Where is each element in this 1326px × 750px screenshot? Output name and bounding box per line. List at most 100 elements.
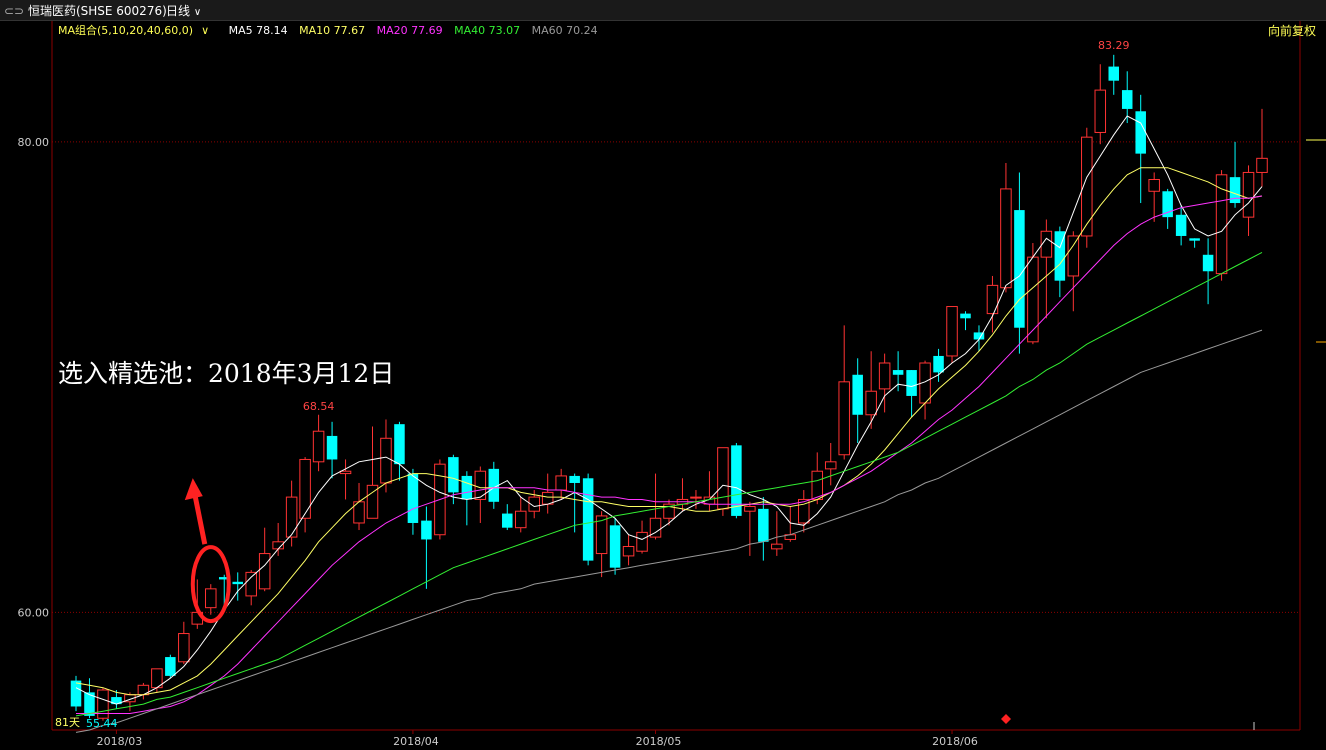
candle [272, 522, 284, 556]
candle [1067, 231, 1080, 312]
candle [1135, 94, 1146, 204]
candle-body [569, 475, 580, 483]
candle [852, 358, 863, 443]
candle-body [1135, 111, 1146, 154]
candle [865, 351, 877, 429]
candle [151, 668, 163, 693]
ma60-label: MA60 70.24 [531, 24, 598, 37]
ma40-line [75, 251, 1263, 717]
candle [744, 501, 756, 556]
ma-legend: MA组合(5,10,20,40,60,0) ∨ MA5 78.14 MA10 77… [58, 22, 606, 38]
candle [960, 311, 971, 331]
candle-body [514, 510, 527, 529]
candle-body [1202, 254, 1214, 272]
candle [1189, 238, 1200, 248]
period-selector[interactable]: 日线 ∨ [166, 2, 201, 19]
candle-body [407, 473, 419, 523]
symbol-title[interactable]: ⊂⊃ 恒瑞医药(SHSE 600276) [4, 2, 167, 19]
candle-body [852, 374, 863, 415]
ma-group-selector[interactable]: MA组合(5,10,20,40,60,0) ∨ [58, 24, 221, 37]
candle [717, 447, 729, 516]
x-tick-label: 2018/03 [97, 735, 143, 748]
adjust-mode-label[interactable]: 向前复权 [1268, 22, 1316, 39]
candle [1121, 71, 1133, 124]
candle-body [1108, 66, 1120, 81]
candle [353, 482, 365, 531]
candle [784, 506, 797, 542]
candle-body [690, 496, 702, 499]
candle-body [622, 546, 635, 557]
candle-body [394, 424, 405, 465]
candle-body [758, 508, 769, 542]
candle [339, 459, 352, 500]
candle [366, 426, 379, 519]
candle-body [1067, 235, 1080, 277]
ma10-label: MA10 77.67 [299, 24, 366, 37]
candle-body [339, 470, 352, 475]
candle [1014, 172, 1025, 354]
candle-body [636, 531, 648, 552]
candle [178, 621, 190, 665]
candle-body [933, 355, 944, 373]
candle [986, 275, 999, 333]
candle [824, 442, 837, 486]
candle-body [1189, 238, 1200, 241]
ma60-line [75, 329, 1263, 733]
candle [421, 506, 432, 589]
candle-body [312, 430, 325, 463]
candle-body [232, 581, 243, 585]
chevron-down-icon: ∨ [193, 7, 202, 18]
low-price-label: 55.44 [86, 717, 118, 730]
candle-body [299, 458, 311, 519]
candle [771, 511, 783, 556]
candle [758, 497, 769, 561]
candle-body [1256, 157, 1268, 173]
candle-body [205, 588, 217, 609]
candle-body [771, 543, 783, 550]
candle-body [326, 435, 338, 460]
ma40-label: MA40 73.07 [454, 24, 521, 37]
candle [569, 473, 580, 533]
candle-body [178, 633, 190, 663]
candle [258, 527, 271, 592]
candle-body [97, 689, 109, 719]
period-label: 日线 [166, 4, 191, 18]
candle [514, 497, 527, 533]
candle-body [1242, 171, 1255, 218]
candle [285, 480, 298, 547]
candle-body [448, 457, 459, 493]
candle-body [474, 470, 487, 500]
symbol-label: 恒瑞医药(SHSE 600276) [27, 4, 167, 18]
candle-body [1000, 188, 1012, 289]
candle [703, 471, 716, 512]
candle [1027, 243, 1039, 345]
local-high-label: 68.54 [303, 400, 335, 413]
candle-body [70, 680, 82, 707]
annotation-text: 选入精选池：2018年3月12日 [58, 359, 395, 388]
candle-body [1215, 174, 1228, 275]
candle [906, 370, 917, 418]
candle [838, 325, 850, 460]
candle [1162, 188, 1173, 229]
arrow-head [184, 478, 203, 501]
candle-body [245, 571, 257, 597]
y-tick-label: 80.00 [18, 136, 50, 149]
candle [1094, 64, 1107, 145]
link-icon: ⊂⊃ [4, 4, 25, 18]
candle-body [946, 306, 958, 357]
x-tick-label: 2018/05 [636, 735, 682, 748]
candle [946, 306, 958, 364]
candle-body [380, 437, 392, 484]
ma5-label: MA5 78.14 [228, 24, 288, 37]
candle [582, 473, 594, 566]
candle [70, 675, 82, 712]
candle-body [811, 470, 824, 500]
candle [676, 478, 689, 512]
x-tick-label: 2018/04 [393, 735, 439, 748]
candle [1202, 238, 1214, 305]
candle-body [609, 525, 621, 568]
candle [299, 457, 311, 533]
candle [811, 452, 824, 505]
candle-body [865, 390, 877, 416]
candle-body [731, 445, 742, 516]
